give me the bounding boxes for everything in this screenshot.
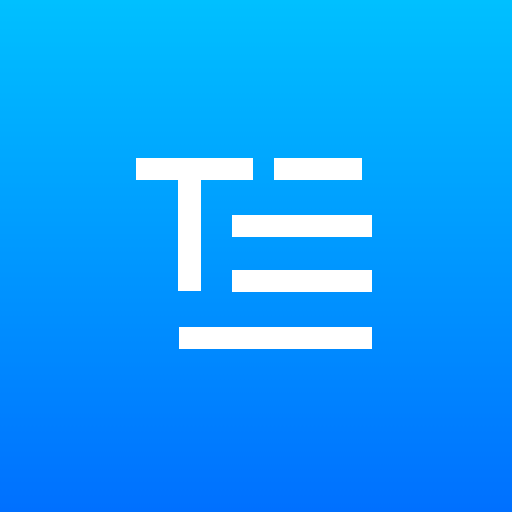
icon-background	[0, 0, 512, 512]
text-line-3	[232, 270, 372, 292]
app-icon	[0, 0, 512, 512]
app-icon-graphic	[0, 0, 512, 512]
text-line-2	[232, 215, 372, 237]
letter-t-stem	[178, 158, 201, 291]
text-line-4	[179, 327, 372, 349]
text-line-1	[274, 158, 362, 180]
